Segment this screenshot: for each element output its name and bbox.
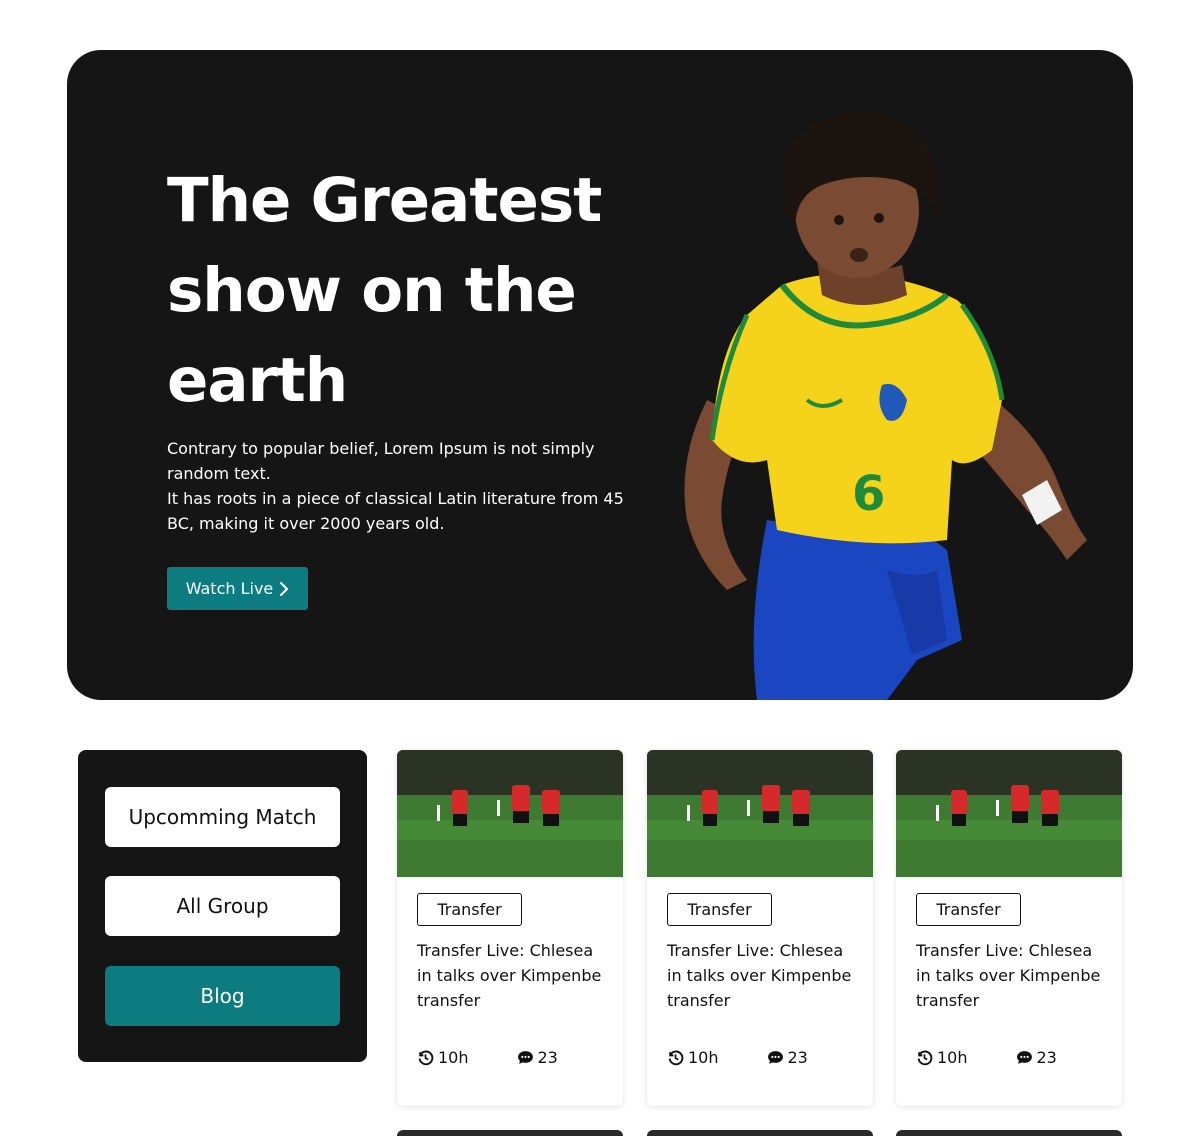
card-title[interactable]: Transfer Live: Chlesea in talks over Kim… bbox=[667, 938, 857, 1013]
hero-description-line: It has roots in a piece of classical Lat… bbox=[167, 489, 624, 533]
hero-title: The Greatest show on the earth bbox=[167, 165, 602, 416]
card-image bbox=[397, 750, 623, 877]
hero-description-line: Contrary to popular belief, Lorem Ipsum … bbox=[167, 439, 595, 483]
jersey-number: 6 bbox=[852, 466, 885, 522]
comment-dots-icon bbox=[1016, 1050, 1032, 1064]
news-card-partial[interactable] bbox=[896, 1130, 1122, 1136]
card-tag[interactable]: Transfer bbox=[916, 893, 1021, 926]
card-comments-count: 23 bbox=[537, 1047, 558, 1067]
card-tag[interactable]: Transfer bbox=[667, 893, 772, 926]
card-time: 10h bbox=[667, 1048, 719, 1067]
card-title[interactable]: Transfer Live: Chlesea in talks over Kim… bbox=[417, 938, 607, 1013]
card-title[interactable]: Transfer Live: Chlesea in talks over Kim… bbox=[916, 938, 1106, 1013]
card-image bbox=[647, 750, 873, 877]
card-meta: 10h 23 bbox=[667, 1046, 857, 1068]
card-time: 10h bbox=[417, 1048, 469, 1067]
card-comments[interactable]: 23 bbox=[1016, 1048, 1057, 1067]
all-group-label: All Group bbox=[176, 894, 269, 918]
news-card-partial[interactable] bbox=[647, 1130, 873, 1136]
hero-banner: The Greatest show on the earth Contrary … bbox=[67, 50, 1133, 700]
card-meta: 10h 23 bbox=[417, 1046, 607, 1068]
card-time-value: 10h bbox=[688, 1047, 719, 1067]
history-icon bbox=[418, 1050, 434, 1065]
upcoming-match-label: Upcomming Match bbox=[128, 805, 317, 829]
upcoming-match-button[interactable]: Upcomming Match bbox=[105, 787, 340, 847]
card-comments[interactable]: 23 bbox=[517, 1048, 558, 1067]
card-tag[interactable]: Transfer bbox=[417, 893, 522, 926]
news-card[interactable]: Transfer Transfer Live: Chlesea in talks… bbox=[397, 750, 623, 1106]
card-comments-count: 23 bbox=[1036, 1047, 1057, 1067]
card-time: 10h bbox=[916, 1048, 968, 1067]
news-card[interactable]: Transfer Transfer Live: Chlesea in talks… bbox=[896, 750, 1122, 1106]
card-comments-count: 23 bbox=[787, 1047, 808, 1067]
card-meta: 10h 23 bbox=[916, 1046, 1106, 1068]
comment-dots-icon bbox=[517, 1050, 533, 1064]
watch-live-label: Watch Live bbox=[185, 579, 274, 598]
history-icon bbox=[917, 1050, 933, 1065]
blog-label: Blog bbox=[200, 984, 245, 1008]
all-group-button[interactable]: All Group bbox=[105, 876, 340, 936]
comment-dots-icon bbox=[767, 1050, 783, 1064]
category-sidebar: Upcomming Match All Group Blog bbox=[78, 750, 367, 1062]
history-icon bbox=[668, 1050, 684, 1065]
watch-live-button[interactable]: Watch Live bbox=[167, 567, 308, 610]
hero-description: Contrary to popular belief, Lorem Ipsum … bbox=[167, 436, 637, 536]
card-time-value: 10h bbox=[438, 1047, 469, 1067]
card-comments[interactable]: 23 bbox=[767, 1048, 808, 1067]
blog-button[interactable]: Blog bbox=[105, 966, 340, 1026]
news-card-partial[interactable] bbox=[397, 1130, 623, 1136]
card-time-value: 10h bbox=[937, 1047, 968, 1067]
hero-player-image: 6 bbox=[684, 110, 1087, 700]
news-card[interactable]: Transfer Transfer Live: Chlesea in talks… bbox=[647, 750, 873, 1106]
chevron-right-icon bbox=[280, 581, 289, 596]
card-image bbox=[896, 750, 1122, 877]
